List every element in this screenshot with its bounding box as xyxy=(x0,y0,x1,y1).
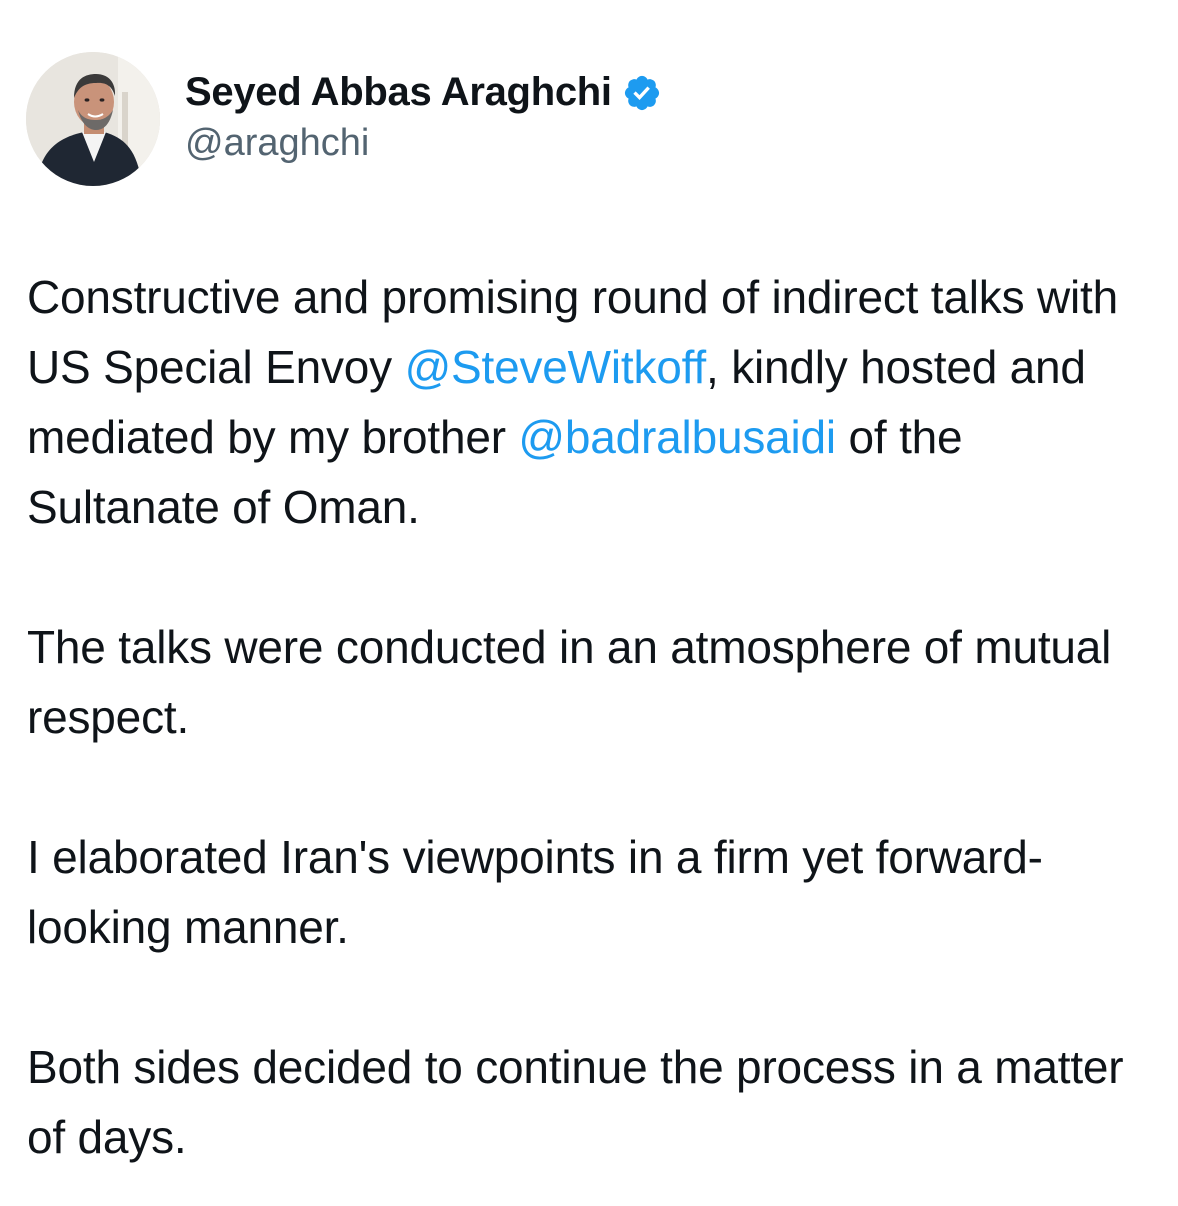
author-name-row: Seyed Abbas Araghchi xyxy=(185,68,662,118)
tweet-card: Seyed Abbas Araghchi @araghchi Construct… xyxy=(0,0,1178,1206)
tweet-paragraph-4: Both sides decided to continue the proce… xyxy=(27,1041,1124,1163)
verified-badge-icon xyxy=(622,73,662,113)
author-handle[interactable]: @araghchi xyxy=(185,122,662,165)
mention-link-stevewitkoff[interactable]: @SteveWitkoff xyxy=(405,341,707,393)
tweet-text: Constructive and promising round of indi… xyxy=(27,262,1157,1172)
author-identity: Seyed Abbas Araghchi @araghchi xyxy=(185,68,662,165)
tweet-paragraph-3: I elaborated Iran's viewpoints in a firm… xyxy=(27,831,1043,953)
avatar[interactable] xyxy=(26,52,160,186)
mention-link-badralbusaidi[interactable]: @badralbusaidi xyxy=(518,411,836,463)
tweet-paragraph-1: Constructive and promising round of indi… xyxy=(27,262,1157,542)
tweet-header: Seyed Abbas Araghchi @araghchi xyxy=(26,52,662,186)
author-display-name[interactable]: Seyed Abbas Araghchi xyxy=(185,70,612,115)
avatar-photo xyxy=(26,52,160,186)
tweet-paragraph-2: The talks were conducted in an atmospher… xyxy=(27,621,1112,743)
